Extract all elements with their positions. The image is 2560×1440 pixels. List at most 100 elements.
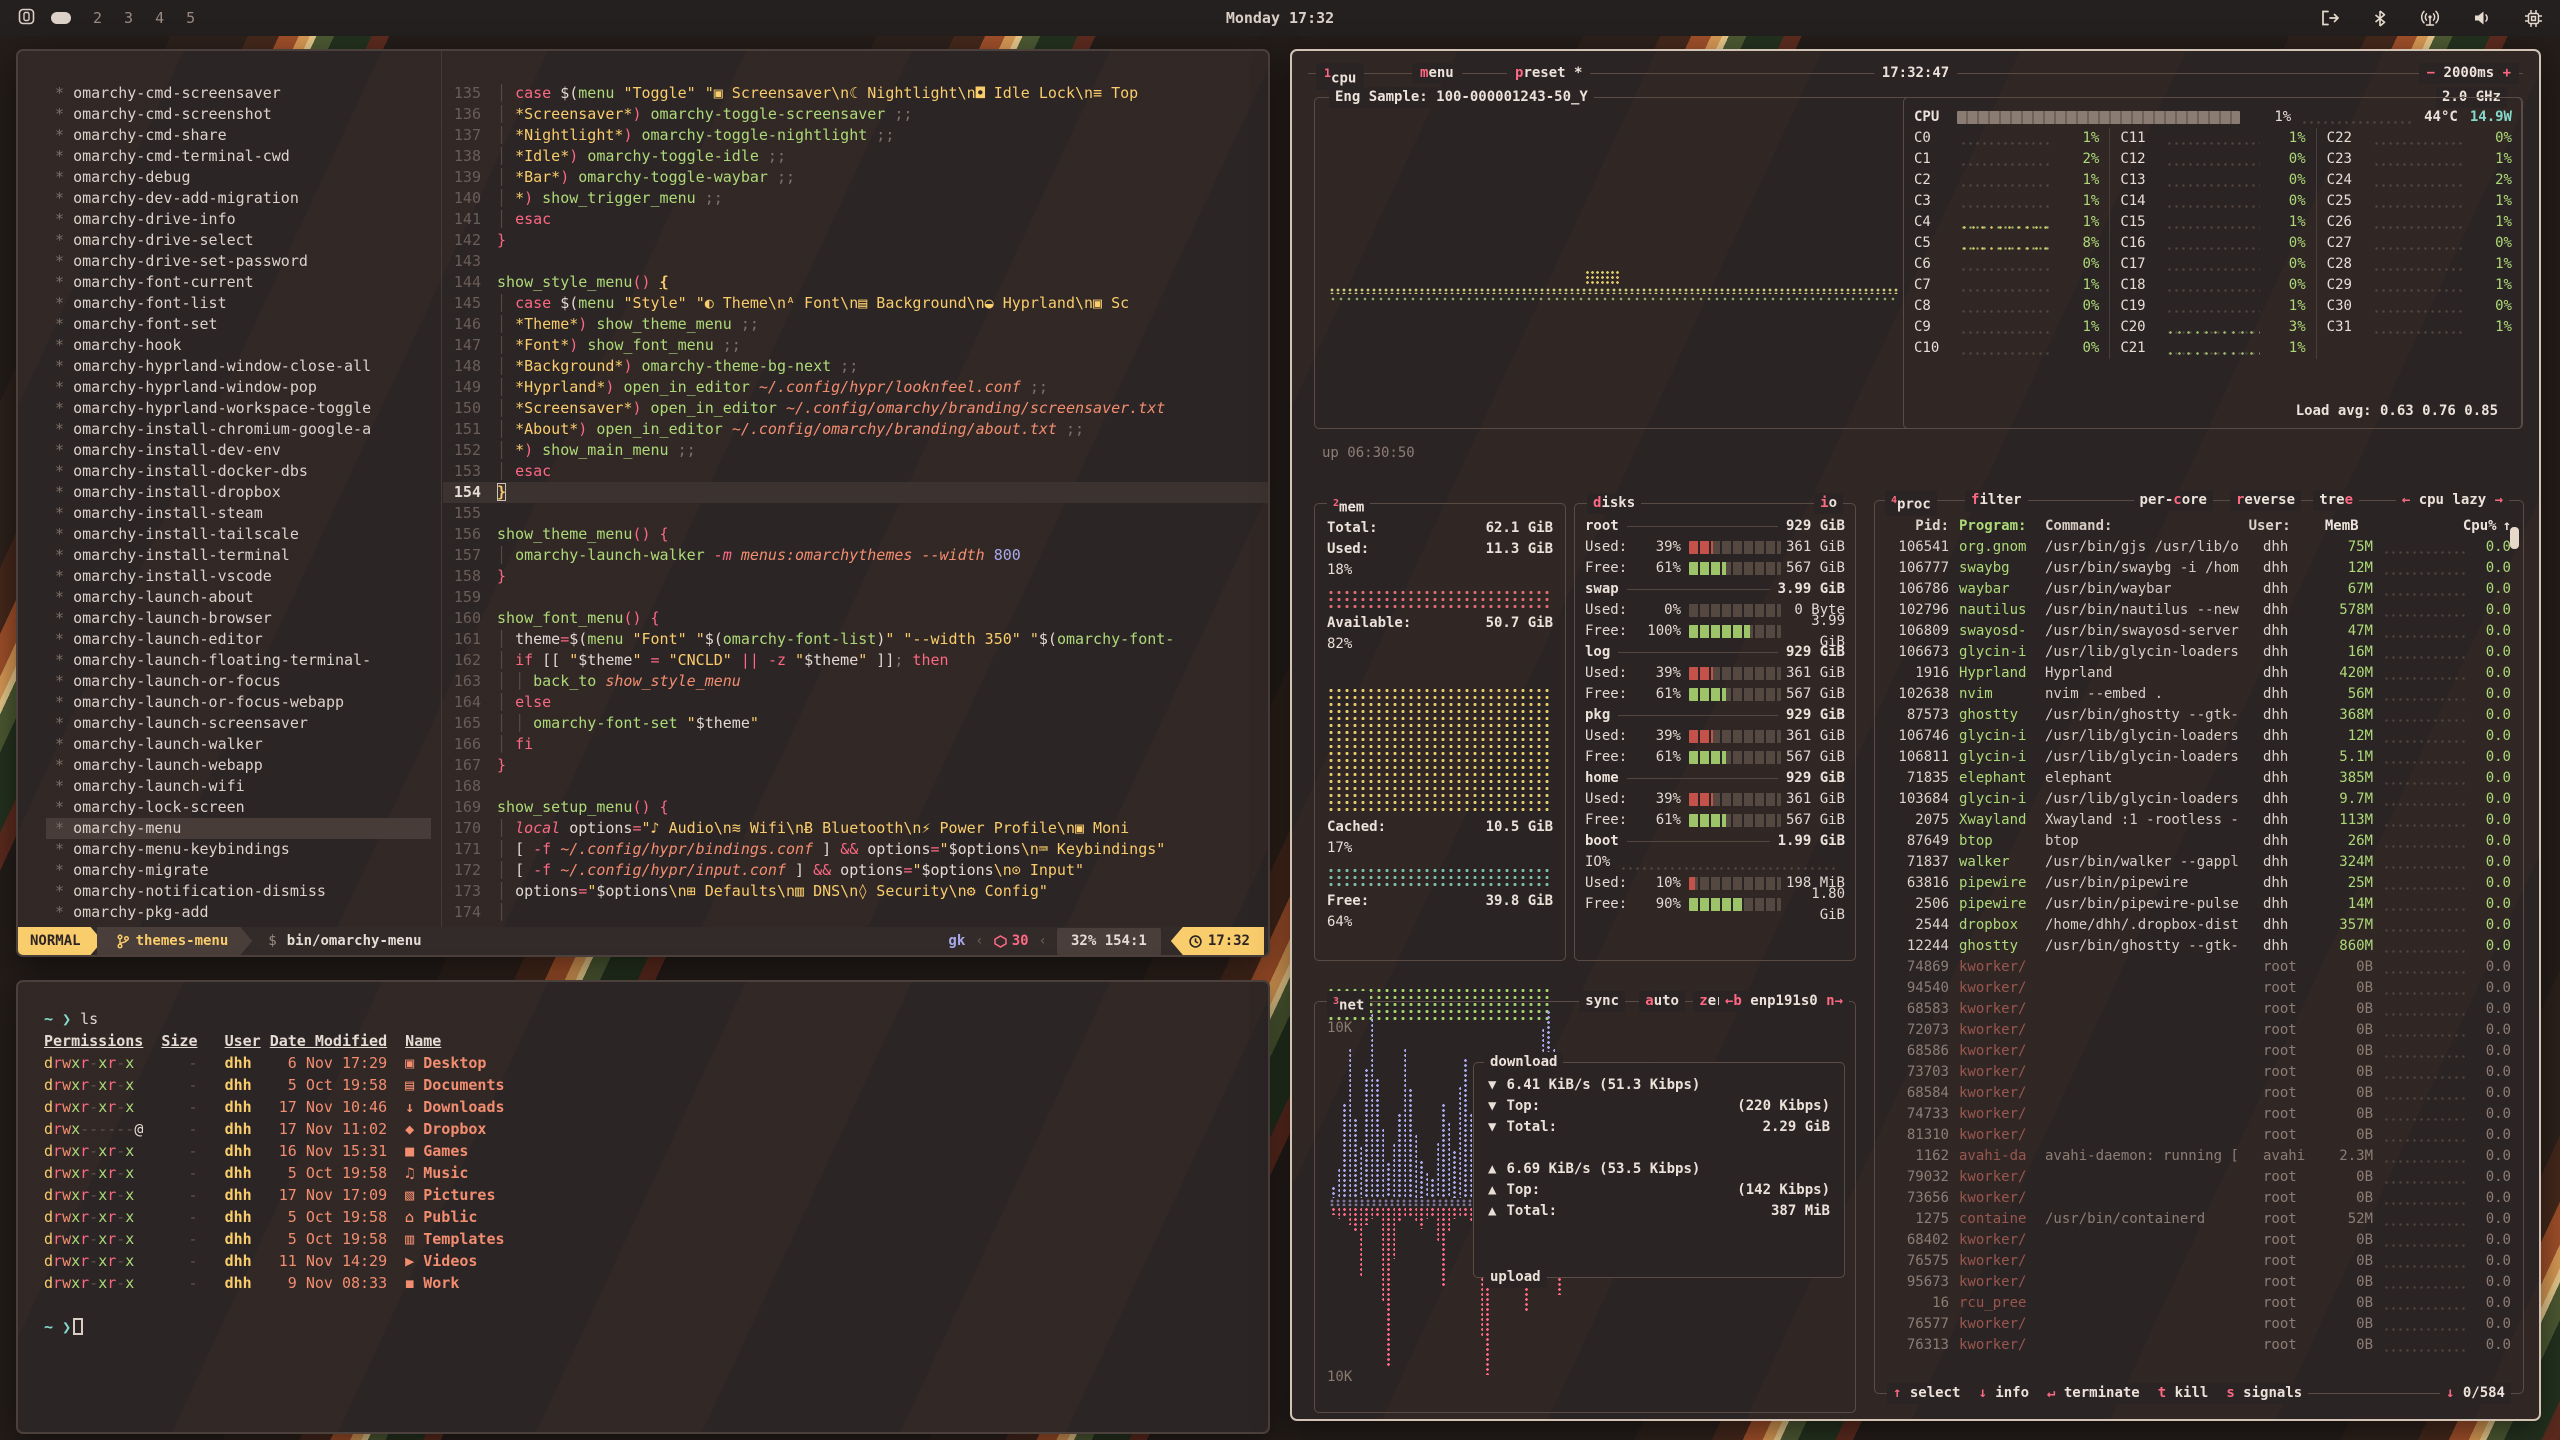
code-line[interactable]: 164│ else <box>443 692 1268 713</box>
folder-name[interactable]: ▧ Pictures <box>387 1184 495 1206</box>
file-item[interactable]: * omarchy-cmd-terminal-cwd <box>46 146 441 167</box>
file-item[interactable]: * omarchy-launch-webapp <box>46 755 441 776</box>
file-item[interactable]: * omarchy-font-current <box>46 272 441 293</box>
code-pane[interactable]: 135│ case $(menu "Toggle" "▣ Screensaver… <box>443 51 1268 927</box>
diagnostics-count[interactable]: 30 <box>994 931 1029 952</box>
folder-name[interactable]: ▶ Videos <box>387 1250 477 1272</box>
volume-icon[interactable] <box>2474 10 2491 26</box>
process-row[interactable]: 72073kworker/root0B0.0 <box>1875 1020 2523 1041</box>
process-row[interactable]: 106811glycin-i/usr/lib/glycin-loadersdhh… <box>1875 747 2523 768</box>
process-row[interactable]: 76577kworker/root0B0.0 <box>1875 1314 2523 1335</box>
net-sync-tab[interactable]: sync <box>1579 991 1625 1012</box>
file-item[interactable]: * omarchy-hyprland-window-close-all <box>46 356 441 377</box>
process-row[interactable]: 106809swayosd-/usr/bin/swayosd-serverdhh… <box>1875 621 2523 642</box>
file-item[interactable]: * omarchy-install-steam <box>46 503 441 524</box>
folder-name[interactable]: ◼ Work <box>387 1272 459 1294</box>
code-line[interactable]: 142} <box>443 230 1268 251</box>
process-row[interactable]: 94540kworker/root0B0.0 <box>1875 978 2523 999</box>
folder-name[interactable]: ◆ Dropbox <box>387 1118 486 1140</box>
code-line[interactable]: 150│ *Screensaver*) open_in_editor ~/.co… <box>443 398 1268 419</box>
file-item[interactable]: * omarchy-lock-screen <box>46 797 441 818</box>
footer-hint[interactable]: t kill <box>2158 1383 2209 1404</box>
folder-name[interactable]: ▥ Templates <box>387 1228 504 1250</box>
file-item[interactable]: * omarchy-cmd-share <box>46 125 441 146</box>
code-line[interactable]: 173│ options="$options\n⊞ Defaults\n▥ DN… <box>443 881 1268 902</box>
code-line[interactable]: 157│ omarchy-launch-walker -m menus:omar… <box>443 545 1268 566</box>
process-row[interactable]: 106541org.gnom/usr/bin/gjs /usr/lib/odhh… <box>1875 537 2523 558</box>
code-line[interactable]: 135│ case $(menu "Toggle" "▣ Screensaver… <box>443 83 1268 104</box>
proc-percore-tab[interactable]: per-core <box>2134 490 2213 511</box>
process-row[interactable]: 63816pipewire/usr/bin/pipewiredhh25M0.0 <box>1875 873 2523 894</box>
process-row[interactable]: 106786waybar/usr/bin/waybardhh67M0.0 <box>1875 579 2523 600</box>
process-row[interactable]: 1916HyprlandHyprlanddhh420M0.0 <box>1875 663 2523 684</box>
code-line[interactable]: 140│ *) show_trigger_menu ;; <box>443 188 1268 209</box>
process-row[interactable]: 102638nvimnvim --embed .dhh56M0.0 <box>1875 684 2523 705</box>
file-item[interactable]: * omarchy-install-chromium-google-a <box>46 419 441 440</box>
folder-name[interactable]: ♫ Music <box>387 1162 468 1184</box>
process-row[interactable]: 87573ghostty/usr/bin/ghostty --gtk-dhh36… <box>1875 705 2523 726</box>
file-item[interactable]: * omarchy-install-terminal <box>46 545 441 566</box>
cpu-icon[interactable] <box>2525 10 2542 27</box>
bluetooth-icon[interactable] <box>2374 10 2386 27</box>
process-row[interactable]: 68583kworker/root0B0.0 <box>1875 999 2523 1020</box>
code-line[interactable]: 155 <box>443 503 1268 524</box>
net-interface[interactable]: ←b enp191s0 n→ <box>1719 991 1849 1012</box>
file-item[interactable]: * omarchy-hyprland-window-pop <box>46 377 441 398</box>
code-line[interactable]: 166│ fi <box>443 734 1268 755</box>
code-line[interactable]: 154} <box>443 482 1268 503</box>
process-row[interactable]: 1162avahi-daavahi-daemon: running [avahi… <box>1875 1146 2523 1167</box>
file-item[interactable]: * omarchy-migrate <box>46 860 441 881</box>
file-item[interactable]: * omarchy-launch-or-focus <box>46 671 441 692</box>
file-item[interactable]: * omarchy-launch-browser <box>46 608 441 629</box>
file-item[interactable]: * omarchy-launch-floating-terminal- <box>46 650 441 671</box>
folder-name[interactable]: ■ Games <box>387 1140 468 1162</box>
code-line[interactable]: 171│ [ -f ~/.config/hypr/bindings.conf ]… <box>443 839 1268 860</box>
tab-menu[interactable]: menu <box>1412 63 1462 84</box>
file-item[interactable]: * omarchy-install-docker-dbs <box>46 461 441 482</box>
process-row[interactable]: 95673kworker/root0B0.0 <box>1875 1272 2523 1293</box>
process-row[interactable]: 81310kworker/root0B0.0 <box>1875 1125 2523 1146</box>
proc-filter-tab[interactable]: filter <box>1965 490 2028 511</box>
file-item[interactable]: * omarchy-font-list <box>46 293 441 314</box>
code-line[interactable]: 159 <box>443 587 1268 608</box>
footer-hint[interactable]: ↑ select <box>1893 1383 1960 1404</box>
proc-tree-tab[interactable]: tree <box>2313 490 2359 511</box>
file-item[interactable]: * omarchy-launch-wifi <box>46 776 441 797</box>
code-line[interactable]: 165│ │ omarchy-font-set "$theme" <box>443 713 1268 734</box>
process-row[interactable]: 1275containe/usr/bin/containerdroot52M0.… <box>1875 1209 2523 1230</box>
file-item[interactable]: * omarchy-font-set <box>46 314 441 335</box>
folder-name[interactable]: ▣ Desktop <box>387 1052 486 1074</box>
code-line[interactable]: 145│ case $(menu "Style" "◐ Theme\nᴬ Fon… <box>443 293 1268 314</box>
file-item[interactable]: * omarchy-drive-info <box>46 209 441 230</box>
file-item[interactable]: * omarchy-install-vscode <box>46 566 441 587</box>
file-item[interactable]: * omarchy-drive-select <box>46 230 441 251</box>
process-row[interactable]: 102796nautilus/usr/bin/nautilus --newdhh… <box>1875 600 2523 621</box>
process-row[interactable]: 71835elephantelephantdhh385M0.0 <box>1875 768 2523 789</box>
file-item[interactable]: * omarchy-install-dropbox <box>46 482 441 503</box>
file-item[interactable]: * omarchy-pkg-add <box>46 902 441 923</box>
process-row[interactable]: 2506pipewire/usr/bin/pipewire-pulsedhh14… <box>1875 894 2523 915</box>
process-row[interactable]: 106777swaybg/usr/bin/swaybg -i /homdhh12… <box>1875 558 2523 579</box>
code-line[interactable]: 151│ *About*) open_in_editor ~/.config/o… <box>443 419 1268 440</box>
file-item[interactable]: * omarchy-install-tailscale <box>46 524 441 545</box>
git-branch[interactable]: themes-menu <box>97 927 253 955</box>
file-item[interactable]: * omarchy-hyprland-workspace-toggle <box>46 398 441 419</box>
file-item[interactable]: * omarchy-launch-editor <box>46 629 441 650</box>
code-line[interactable]: 163│ │ back_to show_style_menu <box>443 671 1268 692</box>
process-row[interactable]: 76575kworker/root0B0.0 <box>1875 1251 2523 1272</box>
code-line[interactable]: 136│ *Screensaver*) omarchy-toggle-scree… <box>443 104 1268 125</box>
process-row[interactable]: 68584kworker/root0B0.0 <box>1875 1083 2523 1104</box>
code-line[interactable]: 169show_setup_menu() { <box>443 797 1268 818</box>
code-line[interactable]: 138│ *Idle*) omarchy-toggle-idle ;; <box>443 146 1268 167</box>
code-line[interactable]: 141│ esac <box>443 209 1268 230</box>
io-tab[interactable]: io <box>1814 493 1843 514</box>
proc-scrollbar-thumb[interactable] <box>2510 527 2519 549</box>
code-line[interactable]: 160show_font_menu() { <box>443 608 1268 629</box>
code-line[interactable]: 153│ esac <box>443 461 1268 482</box>
terminal-window[interactable]: ~ ❯ ls PermissionsSizeUserDate ModifiedN… <box>16 980 1270 1434</box>
code-line[interactable]: 172│ [ -f ~/.config/hypr/input.conf ] &&… <box>443 860 1268 881</box>
process-row[interactable]: 68586kworker/root0B0.0 <box>1875 1041 2523 1062</box>
code-line[interactable]: 152│ *) show_main_menu ;; <box>443 440 1268 461</box>
process-row[interactable]: 2075XwaylandXwayland :1 -rootless -dhh11… <box>1875 810 2523 831</box>
proc-reverse-tab[interactable]: reverse <box>2230 490 2301 511</box>
